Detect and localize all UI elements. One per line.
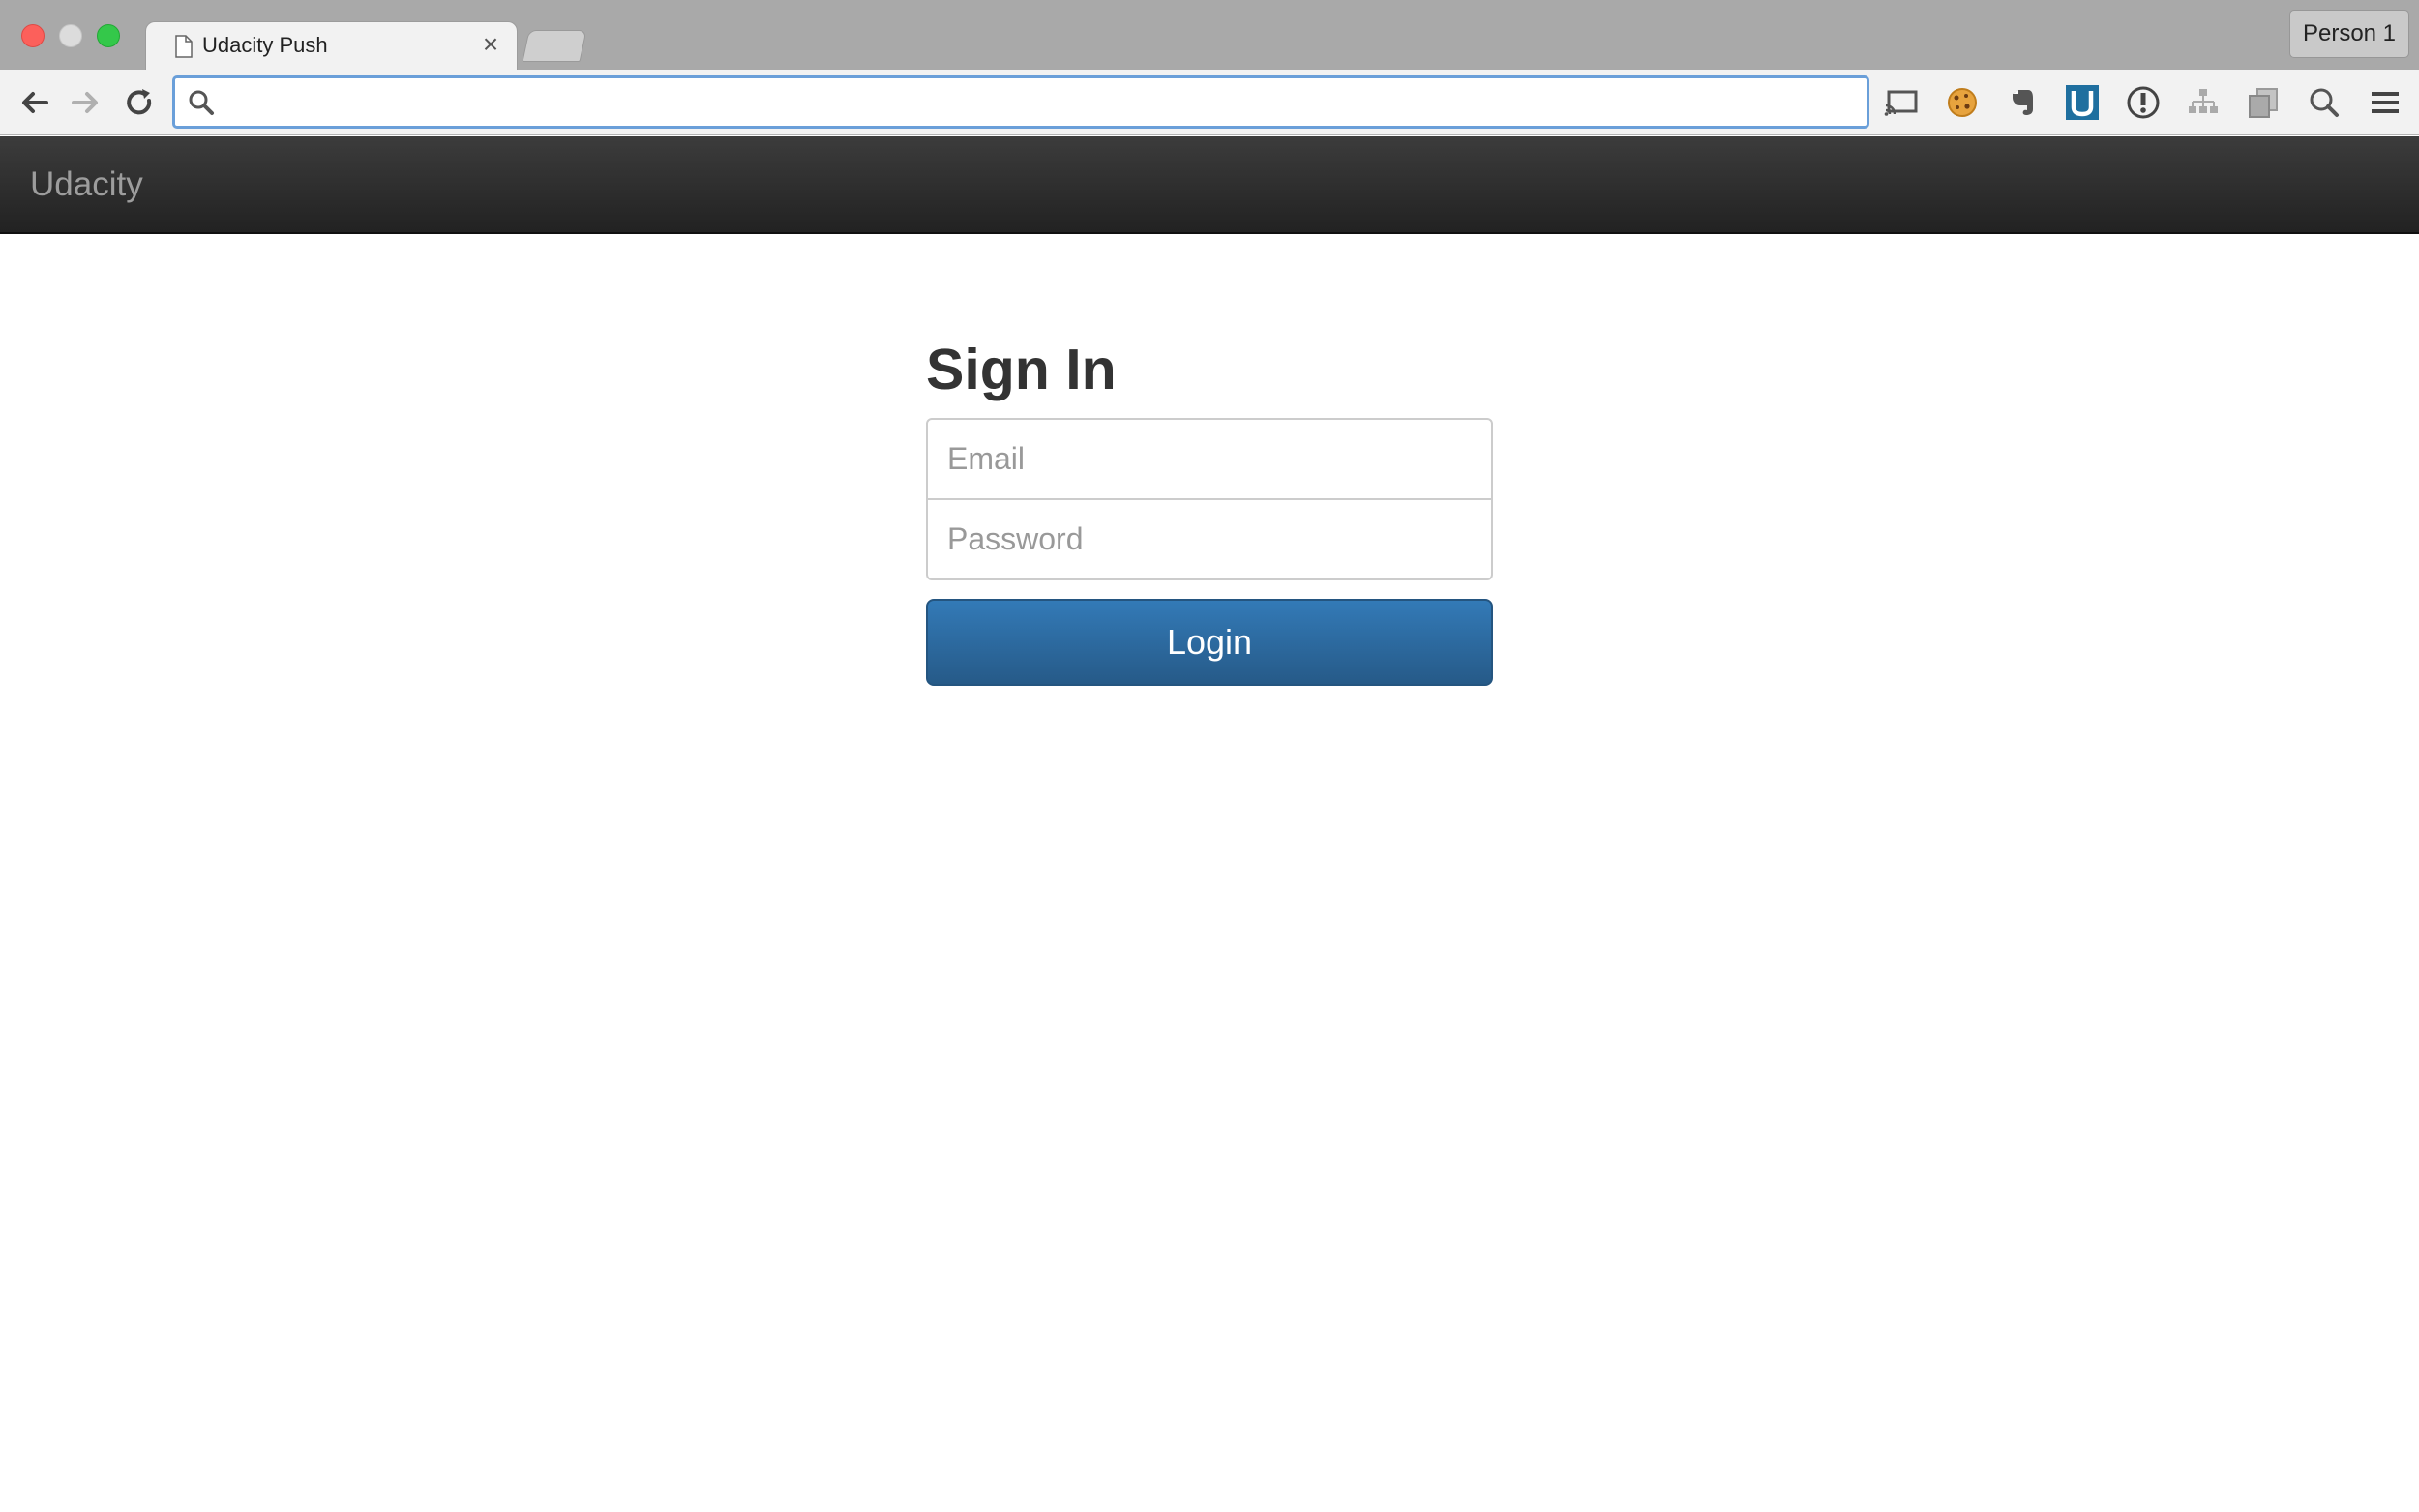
browser-toolbar xyxy=(0,70,2419,135)
forward-arrow-icon[interactable] xyxy=(68,84,105,121)
tab-title: Udacity Push xyxy=(202,33,328,57)
login-button[interactable]: Login xyxy=(926,599,1493,686)
evernote-icon[interactable] xyxy=(2004,84,2041,121)
address-input[interactable] xyxy=(227,78,1853,126)
window-close-button[interactable] xyxy=(21,24,45,47)
window-minimize-button[interactable] xyxy=(59,24,82,47)
profile-button[interactable]: Person 1 xyxy=(2289,10,2409,58)
document-icon xyxy=(175,35,193,58)
tab-close-icon[interactable]: × xyxy=(478,31,503,58)
browser-tab-strip: Udacity Push × Person 1 xyxy=(0,0,2419,71)
info-circle-icon[interactable] xyxy=(2125,84,2162,121)
signin-heading: Sign In xyxy=(926,338,1117,401)
back-arrow-icon[interactable] xyxy=(15,84,52,121)
udacity-u-icon[interactable] xyxy=(2064,84,2101,121)
cookie-icon[interactable] xyxy=(1944,84,1981,121)
sitemap-icon[interactable] xyxy=(2185,84,2222,121)
menu-icon[interactable] xyxy=(2367,84,2404,121)
site-navbar: Udacity xyxy=(0,136,2419,234)
password-field[interactable] xyxy=(926,498,1493,580)
window-zoom-button[interactable] xyxy=(97,24,120,47)
reload-icon[interactable] xyxy=(121,84,158,121)
browser-tab-active[interactable]: Udacity Push × xyxy=(145,21,518,71)
navbar-brand[interactable]: Udacity xyxy=(30,165,143,204)
cast-icon[interactable] xyxy=(1883,84,1920,121)
new-tab-button[interactable] xyxy=(522,30,587,62)
email-field[interactable] xyxy=(926,418,1493,500)
signin-form: Sign In Login xyxy=(926,327,1493,686)
copy-icon[interactable] xyxy=(2245,84,2282,121)
magnifier-icon[interactable] xyxy=(2306,84,2343,121)
address-bar[interactable] xyxy=(172,75,1869,129)
search-icon xyxy=(189,90,214,115)
